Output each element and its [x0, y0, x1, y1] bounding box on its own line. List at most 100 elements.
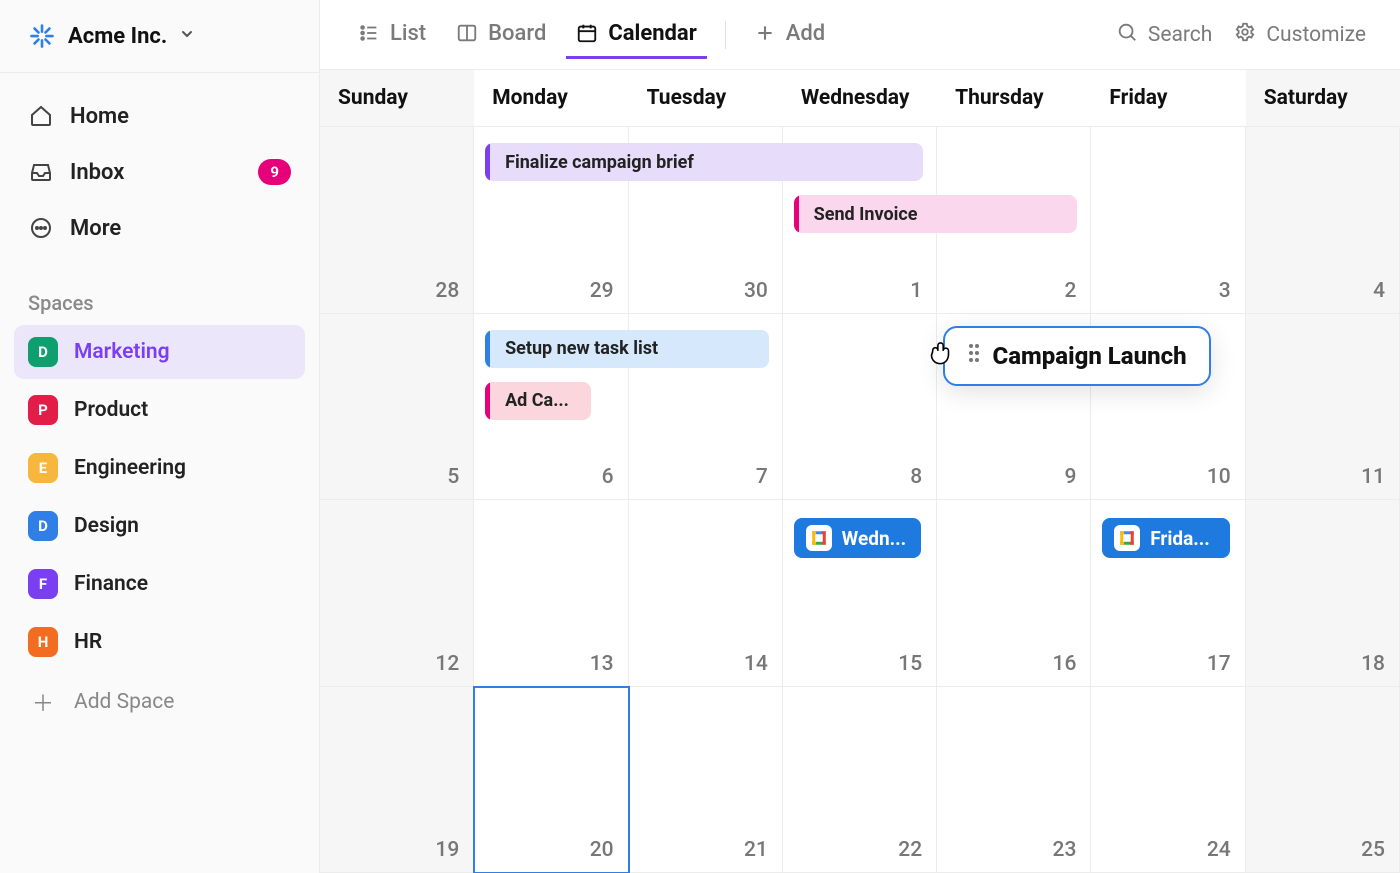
day-number: 9	[1064, 465, 1076, 489]
day-number: 3	[1219, 279, 1231, 303]
calendar-cell[interactable]: 18	[1246, 500, 1400, 687]
day-header: Tuesday	[629, 70, 783, 126]
event-label: Setup new task list	[505, 338, 658, 359]
calendar-cell[interactable]: 5	[320, 314, 474, 501]
day-header: Sunday	[320, 70, 474, 126]
space-label: Engineering	[74, 456, 186, 480]
event-setup[interactable]: Setup new task list	[485, 330, 769, 368]
calendar-cell[interactable]: 4	[1246, 127, 1400, 314]
main-area: List Board Calendar Add	[320, 0, 1400, 873]
day-number: 30	[744, 279, 768, 303]
calendar-cell[interactable]: 25	[1246, 687, 1400, 873]
event-label: Finalize campaign brief	[505, 152, 694, 173]
calendar-view: SundayMondayTuesdayWednesdayThursdayFrid…	[320, 70, 1400, 873]
space-item-marketing[interactable]: DMarketing	[14, 325, 305, 379]
event-accent-bar	[794, 195, 799, 233]
space-label: Design	[74, 514, 139, 538]
more-icon	[28, 215, 54, 241]
nav-home-label: Home	[70, 104, 129, 129]
day-number: 13	[590, 652, 614, 676]
event-label: Wedn...	[842, 527, 906, 550]
calendar-cell[interactable]: 11	[1246, 314, 1400, 501]
day-number: 1	[910, 279, 922, 303]
day-header: Wednesday	[783, 70, 937, 126]
view-list[interactable]: List	[348, 11, 436, 59]
add-space-button[interactable]: ＋ Add Space	[14, 675, 305, 729]
plus-icon	[754, 22, 776, 44]
customize-button[interactable]: Customize	[1228, 13, 1372, 57]
nav-more[interactable]: More	[14, 203, 305, 253]
calendar-body: 2829301234567891011121314151617181920212…	[320, 127, 1400, 873]
calendar-cell[interactable]: 24	[1091, 687, 1245, 873]
event-gc_fri[interactable]: Frida...	[1102, 518, 1229, 558]
calendar-cell[interactable]: 13	[474, 500, 628, 687]
space-item-hr[interactable]: HHR	[14, 615, 305, 669]
event-drag-campaign-launch[interactable]: Campaign Launch	[943, 326, 1211, 386]
day-number: 4	[1373, 279, 1385, 303]
event-invoice[interactable]: Send Invoice	[794, 195, 1078, 233]
calendar-cell[interactable]: 23	[937, 687, 1091, 873]
calendar-cell[interactable]: 16	[937, 500, 1091, 687]
calendar-cell[interactable]: 20	[474, 687, 628, 873]
day-number: 11	[1361, 465, 1385, 489]
search-button[interactable]: Search	[1110, 13, 1219, 57]
day-number: 6	[602, 465, 614, 489]
nav-inbox[interactable]: Inbox 9	[14, 147, 305, 197]
calendar-header: SundayMondayTuesdayWednesdayThursdayFrid…	[320, 70, 1400, 127]
chevron-down-icon	[179, 26, 195, 46]
add-view-button[interactable]: Add	[744, 11, 835, 59]
space-item-engineering[interactable]: E Engineering	[14, 441, 305, 495]
day-number: 2	[1064, 279, 1076, 303]
view-calendar[interactable]: Calendar	[566, 11, 706, 59]
day-header: Friday	[1091, 70, 1245, 126]
space-item-design[interactable]: DDesign	[14, 499, 305, 553]
add-view-label: Add	[786, 21, 825, 46]
day-number: 28	[435, 279, 459, 303]
calendar-cell[interactable]: 3	[1091, 127, 1245, 314]
event-label: Send Invoice	[814, 204, 918, 225]
home-icon	[28, 103, 54, 129]
view-board[interactable]: Board	[446, 11, 556, 59]
space-avatar: E	[28, 453, 58, 483]
calendar-cell[interactable]: 12	[320, 500, 474, 687]
space-avatar: P	[28, 395, 58, 425]
space-item-finance[interactable]: FFinance	[14, 557, 305, 611]
event-gc_wed[interactable]: Wedn...	[794, 518, 921, 558]
spaces-title: Spaces	[0, 263, 319, 325]
list-icon	[358, 22, 380, 44]
day-number: 5	[447, 465, 459, 489]
calendar-cell[interactable]: 22	[783, 687, 937, 873]
view-board-label: Board	[488, 21, 546, 46]
day-number: 19	[435, 838, 459, 862]
calendar-cell[interactable]: 8	[783, 314, 937, 501]
plus-icon: ＋	[28, 687, 58, 717]
view-calendar-label: Calendar	[608, 21, 696, 46]
day-number: 16	[1053, 652, 1077, 676]
calendar-cell[interactable]: 19	[320, 687, 474, 873]
workspace-switcher[interactable]: Acme Inc.	[0, 0, 319, 73]
event-accent-bar	[485, 330, 490, 368]
space-label: HR	[74, 630, 102, 654]
event-finalize[interactable]: Finalize campaign brief	[485, 143, 923, 181]
sidebar: Acme Inc. Home Inbox 9	[0, 0, 320, 873]
day-header: Thursday	[937, 70, 1091, 126]
nav-home[interactable]: Home	[14, 91, 305, 141]
day-number: 10	[1207, 465, 1231, 489]
calendar-cell[interactable]: 21	[629, 687, 783, 873]
drag-handle-icon	[967, 342, 981, 370]
space-item-product[interactable]: PProduct	[14, 383, 305, 437]
day-header: Saturday	[1246, 70, 1400, 126]
toolbar-divider	[725, 21, 726, 49]
view-list-label: List	[390, 21, 426, 46]
calendar-cell[interactable]: 14	[629, 500, 783, 687]
inbox-badge: 9	[258, 159, 291, 185]
event-adca[interactable]: Ad Ca...	[485, 382, 591, 420]
customize-label: Customize	[1266, 23, 1366, 47]
day-number: 14	[744, 652, 768, 676]
day-number: 24	[1207, 838, 1231, 862]
calendar-cell[interactable]: 28	[320, 127, 474, 314]
space-label: Marketing	[74, 340, 170, 364]
day-number: 20	[590, 838, 614, 862]
day-number: 23	[1053, 838, 1077, 862]
day-number: 18	[1361, 652, 1385, 676]
